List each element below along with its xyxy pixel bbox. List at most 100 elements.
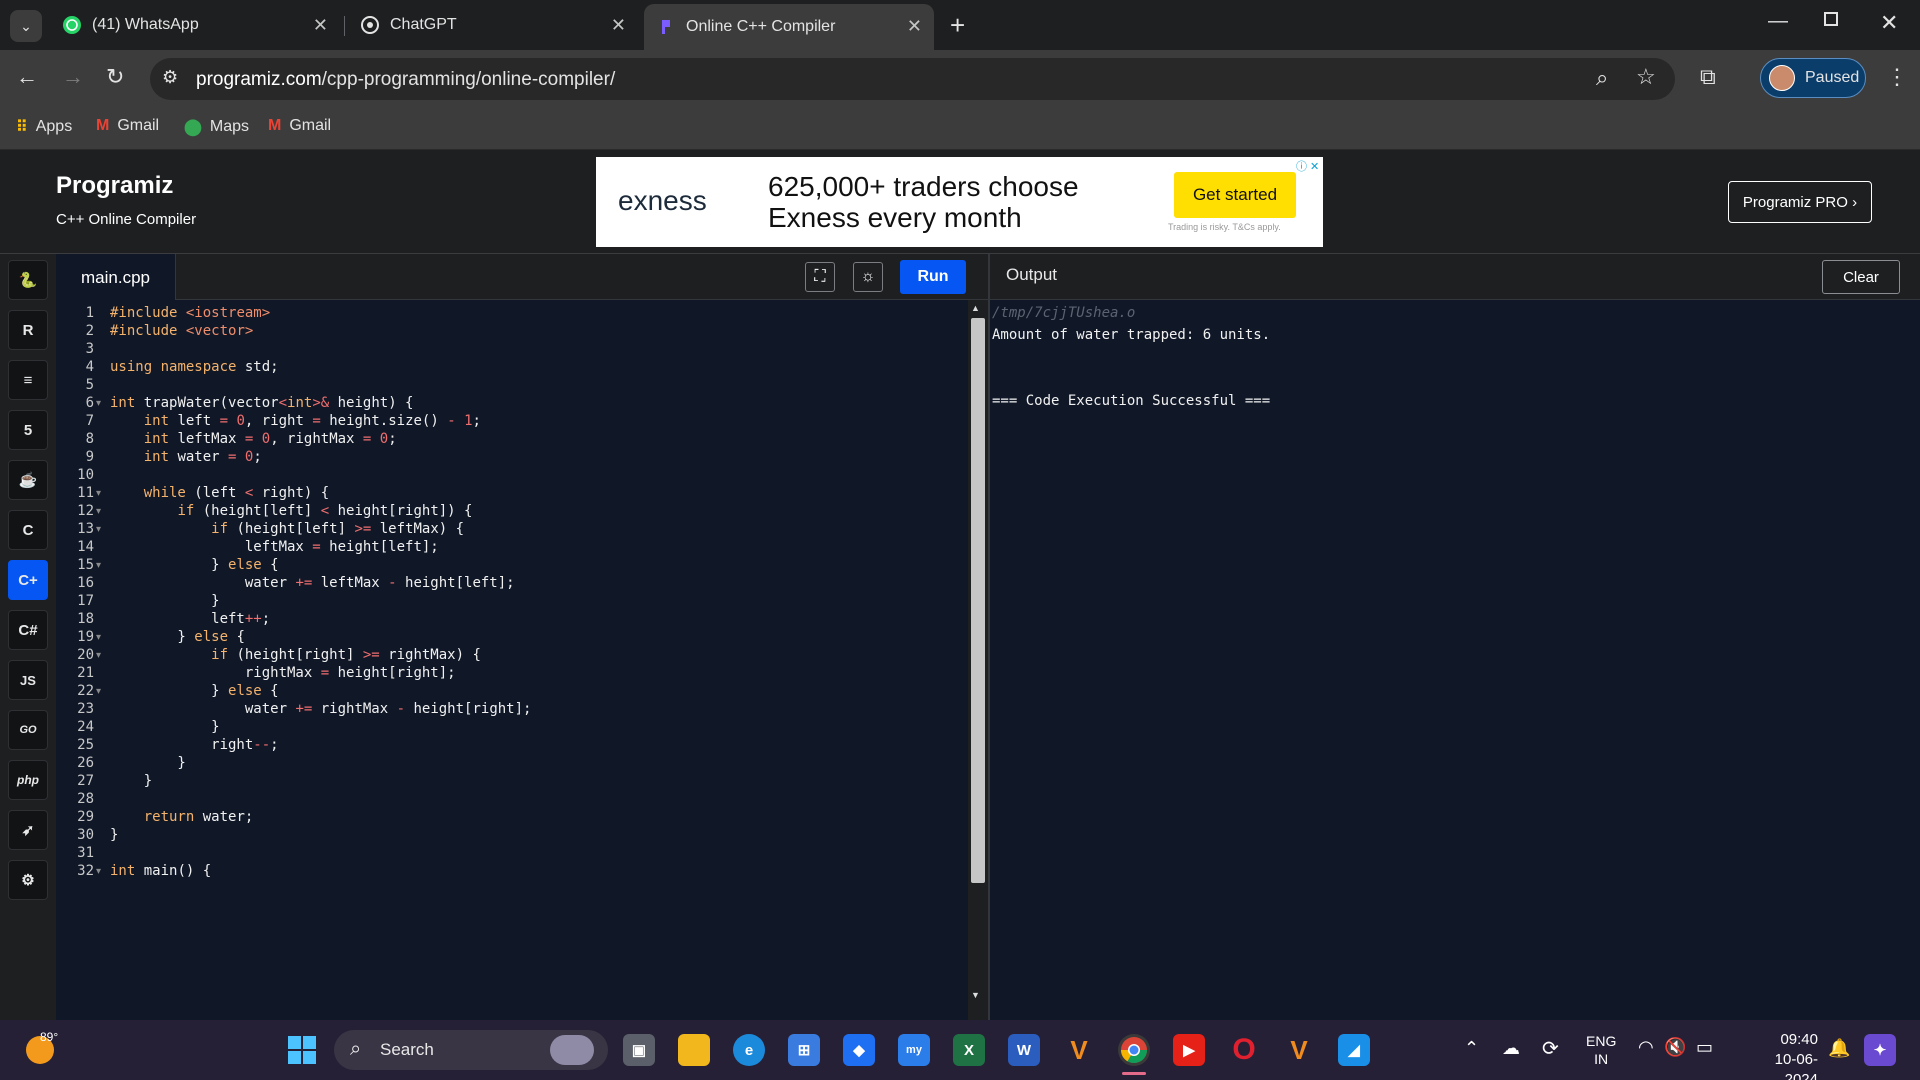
bookmark-label: Apps <box>35 118 73 135</box>
line-number: 5 <box>85 377 94 393</box>
zoom-icon[interactable]: ⌕ <box>1596 67 1608 89</box>
youtube-icon[interactable]: ▶ <box>1173 1034 1205 1066</box>
extensions-icon[interactable]: ⧉ <box>1700 66 1716 88</box>
fold-arrow-icon[interactable]: ▾ <box>96 866 101 877</box>
vlc-like-icon[interactable]: V <box>1063 1034 1095 1066</box>
c-icon[interactable]: C <box>8 510 48 550</box>
theme-toggle-icon[interactable]: ☼ <box>853 262 883 292</box>
code-line: leftMax = height[left]; <box>110 539 439 555</box>
clock[interactable]: 09:40 10-06-2024 <box>1742 1030 1818 1080</box>
close-icon[interactable]: ✕ <box>313 15 328 36</box>
chrome-icon[interactable] <box>1118 1034 1150 1066</box>
bookmark-label: Gmail <box>289 117 332 134</box>
battery-icon[interactable]: ▭ <box>1696 1037 1713 1058</box>
tab-label: (41) WhatsApp <box>92 16 199 33</box>
fold-arrow-icon[interactable]: ▾ <box>96 560 101 571</box>
code-line: water += rightMax - height[right]; <box>110 701 532 717</box>
ad-cta-button[interactable]: Get started <box>1174 172 1296 218</box>
file-tab-main-cpp[interactable]: main.cpp <box>56 254 176 301</box>
vlc-icon[interactable]: V <box>1283 1034 1315 1066</box>
mylio-icon[interactable]: my <box>898 1034 930 1066</box>
weather-temp: 89° <box>40 1030 59 1044</box>
bookmark-gmail-2[interactable]: M Gmail <box>268 117 331 135</box>
photos-icon[interactable]: ◢ <box>1338 1034 1370 1066</box>
restore-icon[interactable] <box>1824 12 1838 26</box>
line-number: 23 <box>77 701 94 717</box>
microsoft-store-icon[interactable]: ⊞ <box>788 1034 820 1066</box>
edge-icon[interactable]: e <box>733 1034 765 1066</box>
minimize-icon[interactable]: — <box>1768 10 1788 33</box>
bookmark-apps[interactable]: ⠿ Apps <box>16 117 72 137</box>
programiz-logo[interactable]: Programiz <box>56 172 173 200</box>
file-explorer-icon[interactable] <box>678 1034 710 1066</box>
advertisement-banner[interactable]: exness 625,000+ traders choose Exness ev… <box>596 157 1323 247</box>
csharp-icon[interactable]: C# <box>8 610 48 650</box>
menu-kebab-icon[interactable]: ⋮ <box>1886 66 1908 88</box>
line-number: 4 <box>85 359 94 375</box>
bookmark-gmail[interactable]: M Gmail <box>96 117 159 135</box>
scroll-down-icon[interactable]: ▼ <box>971 990 980 1000</box>
tab-search-button[interactable]: ⌄ <box>10 10 42 42</box>
taskbar-search[interactable]: ⌕ Search <box>334 1030 608 1070</box>
fold-arrow-icon[interactable]: ▾ <box>96 506 101 517</box>
run-button[interactable]: Run <box>900 260 966 294</box>
php-icon[interactable]: php <box>8 760 48 800</box>
notification-bell-icon[interactable]: 🔔 <box>1828 1038 1850 1059</box>
java-icon[interactable]: ☕ <box>8 460 48 500</box>
tab-online-cpp-compiler[interactable]: Online C++ Compiler ✕ <box>644 4 934 50</box>
reload-icon[interactable]: ↻ <box>106 66 124 88</box>
back-icon[interactable]: ← <box>16 66 38 88</box>
cpp-icon[interactable]: C+ <box>8 560 48 600</box>
bookmark-label: Maps <box>209 118 250 135</box>
programiz-pro-button[interactable]: Programiz PRO › <box>1728 181 1872 223</box>
close-icon[interactable]: ✕ <box>611 15 626 36</box>
tab-whatsapp[interactable]: (41) WhatsApp ✕ <box>50 6 340 44</box>
bookmark-maps[interactable]: ⬤ Maps <box>184 117 249 137</box>
task-view-icon[interactable]: ▣ <box>623 1034 655 1066</box>
rust-icon[interactable]: ⚙ <box>8 860 48 900</box>
dropbox-icon[interactable]: ◆ <box>843 1034 875 1066</box>
fold-arrow-icon[interactable]: ▾ <box>96 632 101 643</box>
html-icon[interactable]: 5 <box>8 410 48 450</box>
tab-chatgpt[interactable]: ChatGPT ✕ <box>348 6 638 44</box>
profile-button[interactable]: Paused <box>1760 58 1866 98</box>
fold-arrow-icon[interactable]: ▾ <box>96 524 101 535</box>
site-info-icon[interactable]: ⚙ <box>162 68 178 86</box>
fold-arrow-icon[interactable]: ▾ <box>96 398 101 409</box>
sql-icon[interactable]: ≡ <box>8 360 48 400</box>
gmail-icon: M <box>96 117 110 134</box>
opera-icon[interactable]: O <box>1228 1033 1260 1066</box>
wifi-icon[interactable]: ◠ <box>1638 1037 1654 1058</box>
fold-arrow-icon[interactable]: ▾ <box>96 488 101 499</box>
code-line: int leftMax = 0, rightMax = 0; <box>143 431 397 447</box>
word-icon[interactable]: W <box>1008 1034 1040 1066</box>
windows-start-icon[interactable] <box>286 1034 318 1066</box>
ad-close-icon[interactable]: ⓘ ✕ <box>1296 158 1319 174</box>
line-number: 27 <box>77 773 94 789</box>
editor-scrollbar-thumb[interactable] <box>971 318 985 883</box>
ad-brand: exness <box>618 185 707 216</box>
onedrive-icon[interactable]: ☁ <box>1502 1038 1520 1059</box>
close-icon[interactable]: ✕ <box>907 16 922 37</box>
python-icon[interactable]: 🐍 <box>8 260 48 300</box>
copilot-icon[interactable]: ✦ <box>1864 1034 1896 1066</box>
swift-icon[interactable]: ➶ <box>8 810 48 850</box>
url-text[interactable]: programiz.com/cpp-programming/online-com… <box>196 69 615 91</box>
clear-button[interactable]: Clear <box>1822 260 1900 294</box>
scroll-up-icon[interactable]: ▲ <box>971 303 980 313</box>
tray-overflow-icon[interactable]: ⌃ <box>1464 1038 1479 1059</box>
bookmark-star-icon[interactable]: ☆ <box>1636 66 1656 88</box>
javascript-icon[interactable]: JS <box>8 660 48 700</box>
language-indicator[interactable]: ENG IN <box>1586 1032 1616 1068</box>
close-window-icon[interactable]: ✕ <box>1880 10 1898 36</box>
fold-arrow-icon[interactable]: ▾ <box>96 686 101 697</box>
r-icon[interactable]: R <box>8 310 48 350</box>
sync-icon[interactable]: ⟳ <box>1542 1036 1559 1061</box>
go-icon[interactable]: GO <box>8 710 48 750</box>
excel-icon[interactable]: X <box>953 1034 985 1066</box>
fold-arrow-icon[interactable]: ▾ <box>96 650 101 661</box>
fullscreen-icon[interactable]: ⛶ <box>805 262 835 292</box>
volume-muted-icon[interactable]: 🔇 <box>1664 1037 1686 1058</box>
new-tab-button[interactable]: + <box>950 10 965 41</box>
forward-icon[interactable]: → <box>62 66 84 88</box>
